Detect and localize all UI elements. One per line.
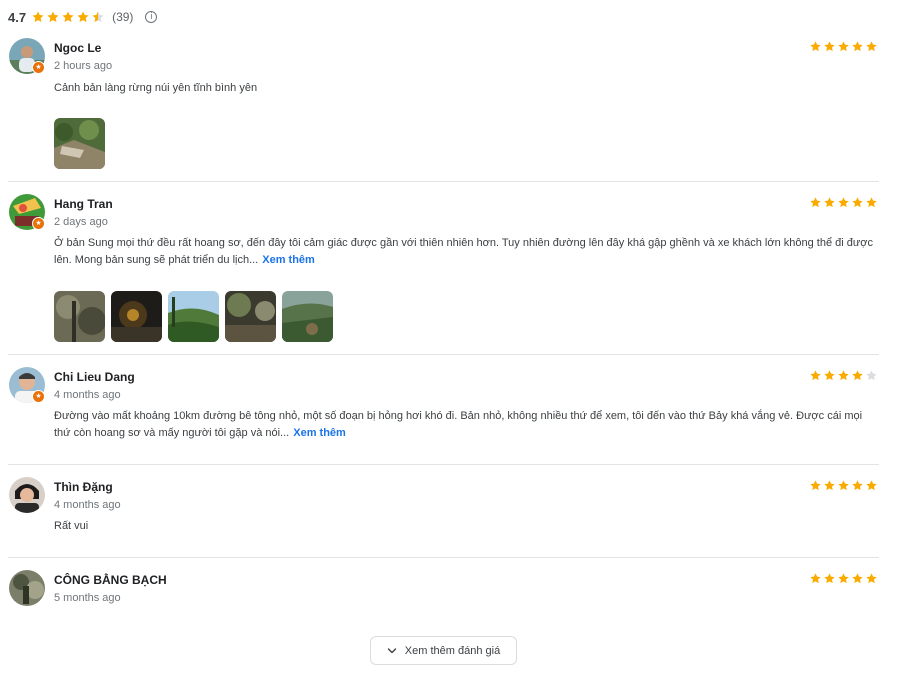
star-icon bbox=[852, 370, 863, 381]
average-rating-stars bbox=[31, 10, 106, 24]
review-stars bbox=[809, 369, 879, 382]
star-icon bbox=[32, 11, 44, 23]
star-icon bbox=[810, 480, 821, 491]
review-photos bbox=[54, 118, 111, 169]
review-time: 2 days ago bbox=[54, 216, 108, 228]
review-time: 4 months ago bbox=[54, 389, 121, 401]
review-count: (39) bbox=[112, 10, 134, 24]
average-rating: 4.7 bbox=[8, 9, 27, 25]
review-photos bbox=[54, 291, 339, 342]
review-photo[interactable] bbox=[54, 291, 105, 342]
star-icon bbox=[824, 370, 835, 381]
star-icon bbox=[866, 573, 877, 584]
star-icon bbox=[77, 11, 89, 23]
review-text-body: Ở bản Sung mọi thứ đều rất hoang sơ, đến… bbox=[54, 237, 873, 266]
star-icon bbox=[838, 370, 849, 381]
star-icon bbox=[852, 197, 863, 208]
review-divider bbox=[8, 557, 879, 558]
review-text-body: Rất vui bbox=[54, 520, 89, 532]
star-icon bbox=[810, 573, 821, 584]
review-item: ★ Chi Lieu Dang 4 months ago Đường vào m… bbox=[8, 367, 879, 465]
star-icon bbox=[838, 480, 849, 491]
review-stars bbox=[809, 572, 879, 585]
reviewer-name[interactable]: Chi Lieu Dang bbox=[54, 370, 135, 384]
star-icon bbox=[838, 573, 849, 584]
review-stars bbox=[809, 479, 879, 492]
review-photo[interactable] bbox=[168, 291, 219, 342]
review-item: CÔNG BẰNG BẠCH 5 months ago bbox=[8, 570, 879, 610]
load-more-label: Xem thêm đánh giá bbox=[404, 644, 501, 657]
read-more-link[interactable]: Xem thêm bbox=[262, 254, 315, 266]
avatar[interactable] bbox=[9, 477, 45, 513]
star-icon bbox=[824, 41, 835, 52]
review-text-body: Cảnh bản làng rừng núi yên tĩnh bình yên bbox=[54, 82, 258, 94]
star-icon bbox=[866, 480, 877, 491]
rating-summary: 4.7 (39) i bbox=[8, 8, 158, 26]
local-guide-badge-icon: ★ bbox=[32, 61, 45, 74]
review-photo[interactable] bbox=[54, 118, 105, 169]
review-time: 4 months ago bbox=[54, 499, 121, 511]
star-icon bbox=[92, 11, 104, 23]
info-icon[interactable]: i bbox=[145, 11, 158, 23]
star-icon bbox=[824, 573, 835, 584]
star-icon bbox=[824, 197, 835, 208]
star-icon bbox=[866, 197, 877, 208]
review-stars bbox=[809, 40, 879, 53]
star-icon bbox=[852, 480, 863, 491]
review-divider bbox=[8, 354, 879, 355]
star-icon bbox=[810, 370, 821, 381]
review-divider bbox=[8, 181, 879, 182]
review-text: Cảnh bản làng rừng núi yên tĩnh bình yên bbox=[54, 80, 879, 97]
review-text: Rất vui bbox=[54, 518, 879, 535]
review-divider bbox=[8, 464, 879, 465]
reviewer-name[interactable]: Thìn Đặng bbox=[54, 480, 113, 494]
local-guide-badge-icon: ★ bbox=[32, 390, 45, 403]
review-stars bbox=[809, 196, 879, 209]
review-item: ★ Hang Tran 2 days ago Ở bản Sung mọi th… bbox=[8, 194, 879, 355]
star-icon bbox=[852, 573, 863, 584]
star-icon bbox=[810, 41, 821, 52]
star-icon bbox=[866, 370, 877, 381]
review-item: ★ Ngoc Le 2 hours ago Cảnh bản làng rừng… bbox=[8, 38, 879, 182]
review-time: 5 months ago bbox=[54, 592, 121, 604]
star-icon bbox=[824, 480, 835, 491]
star-icon bbox=[852, 41, 863, 52]
read-more-link[interactable]: Xem thêm bbox=[293, 427, 346, 439]
star-icon bbox=[838, 41, 849, 52]
review-text: Đường vào mất khoảng 10km đường bê tông … bbox=[54, 408, 879, 442]
review-photo[interactable] bbox=[225, 291, 276, 342]
chevron-down-icon bbox=[387, 647, 396, 653]
avatar[interactable] bbox=[9, 570, 45, 606]
review-photo[interactable] bbox=[111, 291, 162, 342]
star-icon bbox=[866, 41, 877, 52]
review-item: Thìn Đặng 4 months ago Rất vui bbox=[8, 477, 879, 558]
review-time: 2 hours ago bbox=[54, 60, 113, 72]
star-icon bbox=[810, 197, 821, 208]
reviewer-name[interactable]: CÔNG BẰNG BẠCH bbox=[54, 573, 167, 587]
star-icon bbox=[838, 197, 849, 208]
review-photo[interactable] bbox=[282, 291, 333, 342]
reviewer-name[interactable]: Hang Tran bbox=[54, 197, 113, 211]
star-icon bbox=[47, 11, 59, 23]
star-icon bbox=[62, 11, 74, 23]
reviewer-name[interactable]: Ngoc Le bbox=[54, 41, 101, 55]
local-guide-badge-icon: ★ bbox=[32, 217, 45, 230]
review-text-body: Đường vào mất khoảng 10km đường bê tông … bbox=[54, 410, 863, 439]
review-text: Ở bản Sung mọi thứ đều rất hoang sơ, đến… bbox=[54, 235, 879, 269]
load-more-reviews-button[interactable]: Xem thêm đánh giá bbox=[370, 636, 517, 665]
